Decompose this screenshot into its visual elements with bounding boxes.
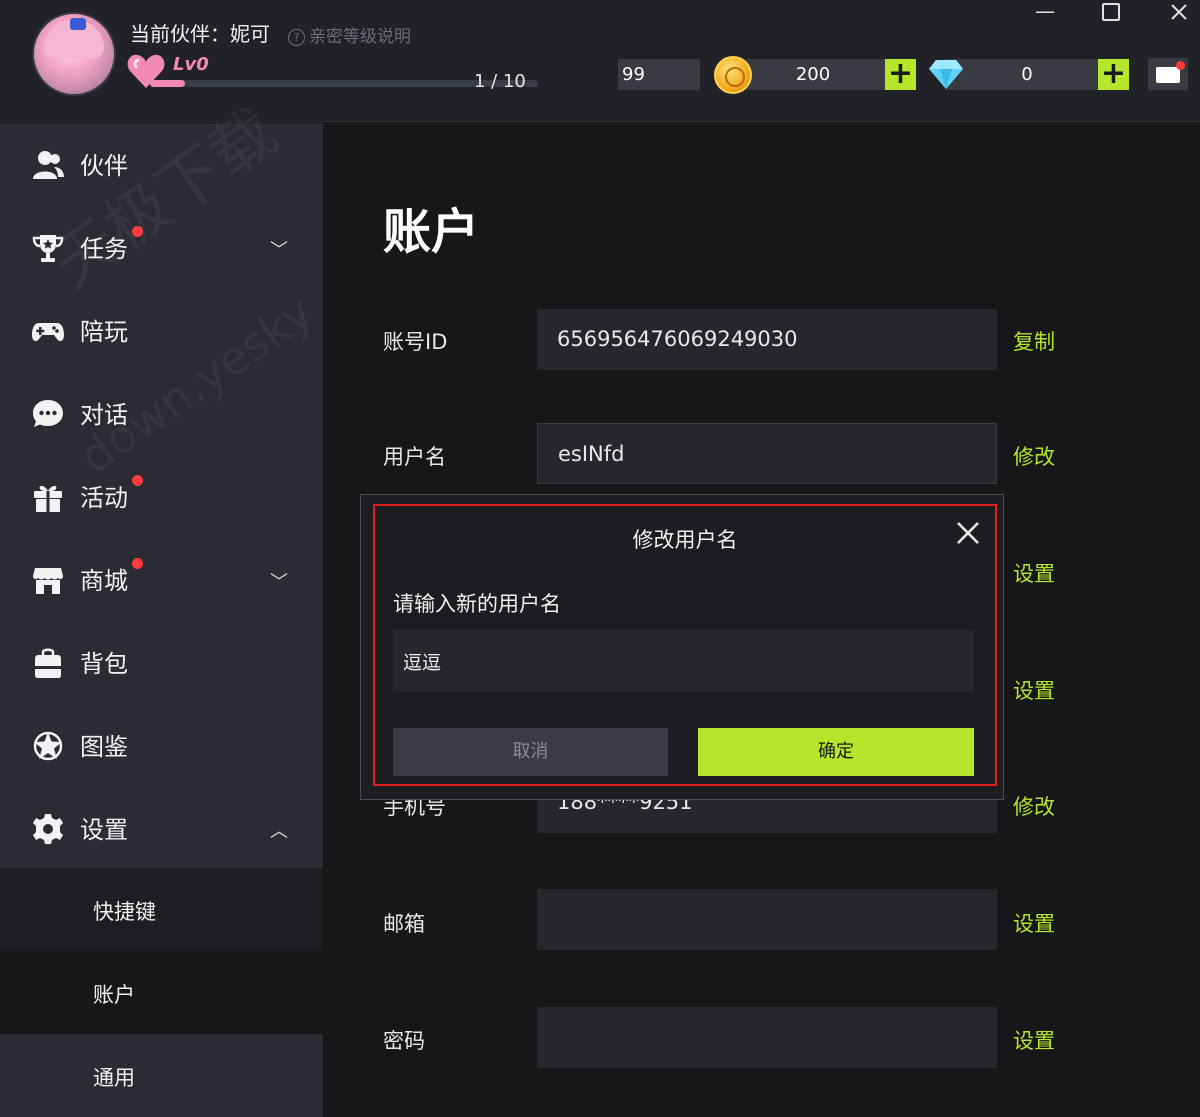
minimize-button[interactable]: — [1030, 0, 1060, 24]
gift-icon [34, 485, 62, 512]
add-gem-button[interactable]: + [1098, 59, 1129, 90]
maximize-icon [1102, 3, 1120, 21]
sidebar-item-backpack[interactable]: 背包 [0, 621, 323, 704]
copy-account-id-button[interactable]: 复制 [1013, 326, 1055, 356]
sidebar-item-label: 任务 [80, 235, 128, 263]
sidebar-item-label: 背包 [80, 650, 128, 678]
sidebar-item-companion[interactable]: 陪玩 [0, 289, 323, 372]
chat-icon [33, 400, 63, 427]
chevron-down-icon: ﹀ [270, 572, 288, 593]
mail-notification-dot [1176, 61, 1185, 70]
sidebar-subitem-general[interactable]: 通用 [0, 1034, 323, 1117]
sidebar-subitem-label: 快捷键 [93, 900, 156, 924]
account-id-field: 656956476069249030 [537, 309, 997, 370]
edit-username-button[interactable]: 修改 [1013, 441, 1055, 471]
email-label: 邮箱 [383, 912, 425, 936]
set-row3-button[interactable]: 设置 [1013, 558, 1055, 588]
help-icon: ? [288, 29, 305, 46]
mail-icon [1156, 67, 1180, 83]
diamond-icon [929, 60, 963, 89]
store-icon [33, 568, 63, 594]
set-row4-button[interactable]: 设置 [1013, 675, 1055, 705]
maximize-button[interactable] [1096, 0, 1126, 24]
sidebar-item-label: 设置 [80, 816, 128, 844]
sidebar-item-label: 陪玩 [80, 318, 128, 346]
title-bar: 当前伙伴：妮可 ? 亲密等级说明 Lv0 1 / 10 99 200 + 0 + … [0, 0, 1200, 122]
username-field: esINfd [537, 423, 997, 484]
password-label: 密码 [383, 1029, 425, 1053]
page-title: 账户 [383, 204, 480, 260]
close-window-button[interactable] [1164, 0, 1194, 24]
account-id-label: 账号ID [383, 330, 448, 354]
chevron-up-icon: ︿ [270, 821, 288, 842]
dialog-prompt: 请输入新的用户名 [393, 592, 561, 616]
sidebar-item-settings[interactable]: 设置 ︿ [0, 787, 323, 870]
edit-phone-button[interactable]: 修改 [1013, 791, 1055, 821]
sidebar-item-events[interactable]: 活动 [0, 455, 323, 538]
intimacy-help-text: 亲密等级说明 [309, 27, 411, 47]
notification-dot [132, 226, 143, 237]
email-field [537, 889, 997, 950]
current-partner-label: 当前伙伴：妮可 [130, 22, 270, 46]
energy-counter: 99 [618, 59, 700, 90]
cancel-button[interactable]: 取消 [393, 728, 668, 776]
username-label: 用户名 [383, 445, 446, 469]
chevron-down-icon: ﹀ [270, 240, 288, 261]
sidebar-item-partner[interactable]: 伙伴 [0, 123, 323, 206]
mail-button[interactable] [1148, 58, 1188, 90]
new-username-input[interactable] [393, 630, 974, 692]
confirm-button[interactable]: 确定 [698, 728, 974, 776]
coin-icon [714, 56, 752, 94]
intimacy-help-link[interactable]: ? 亲密等级说明 [288, 22, 411, 47]
sidebar-item-label: 商城 [80, 567, 128, 595]
avatar-bow [70, 18, 86, 30]
close-icon[interactable] [953, 518, 983, 548]
sidebar-subitem-label: 通用 [93, 1066, 135, 1090]
sidebar-subitem-account[interactable]: 账户 [0, 951, 323, 1034]
level-progress-text: 1 / 10 [474, 71, 526, 92]
sidebar-item-tasks[interactable]: 任务 ﹀ [0, 206, 323, 289]
dialog-title: 修改用户名 [632, 528, 738, 552]
sidebar-item-label: 活动 [80, 484, 128, 512]
password-field [537, 1007, 997, 1068]
edit-username-dialog: 修改用户名 请输入新的用户名 取消 确定 [373, 504, 997, 786]
sidebar-item-store[interactable]: 商城 ﹀ [0, 538, 323, 621]
sidebar-item-label: 图鉴 [80, 733, 128, 761]
set-email-button[interactable]: 设置 [1013, 908, 1055, 938]
set-password-button[interactable]: 设置 [1013, 1025, 1055, 1055]
backpack-icon [35, 648, 61, 678]
partner-level: Lv0 [173, 54, 209, 75]
sidebar-subitem-label: 账户 [93, 983, 135, 1007]
sidebar-item-label: 对话 [80, 401, 128, 429]
sidebar-item-collection[interactable]: 图鉴 [0, 704, 323, 787]
notification-dot [132, 558, 143, 569]
gamepad-icon [32, 323, 64, 342]
trophy-icon [32, 235, 64, 262]
level-progress-fill [150, 80, 185, 87]
sidebar-subitem-hotkeys[interactable]: 快捷键 [0, 868, 323, 951]
users-icon [33, 151, 64, 179]
partner-avatar[interactable] [32, 12, 116, 96]
close-icon [1171, 4, 1187, 20]
sidebar-item-label: 伙伴 [80, 152, 128, 180]
star-badge-icon [33, 731, 63, 761]
notification-dot [132, 475, 143, 486]
add-coin-button[interactable]: + [885, 59, 916, 90]
gear-icon [33, 814, 63, 844]
sidebar-item-chat[interactable]: 对话 [0, 372, 323, 455]
